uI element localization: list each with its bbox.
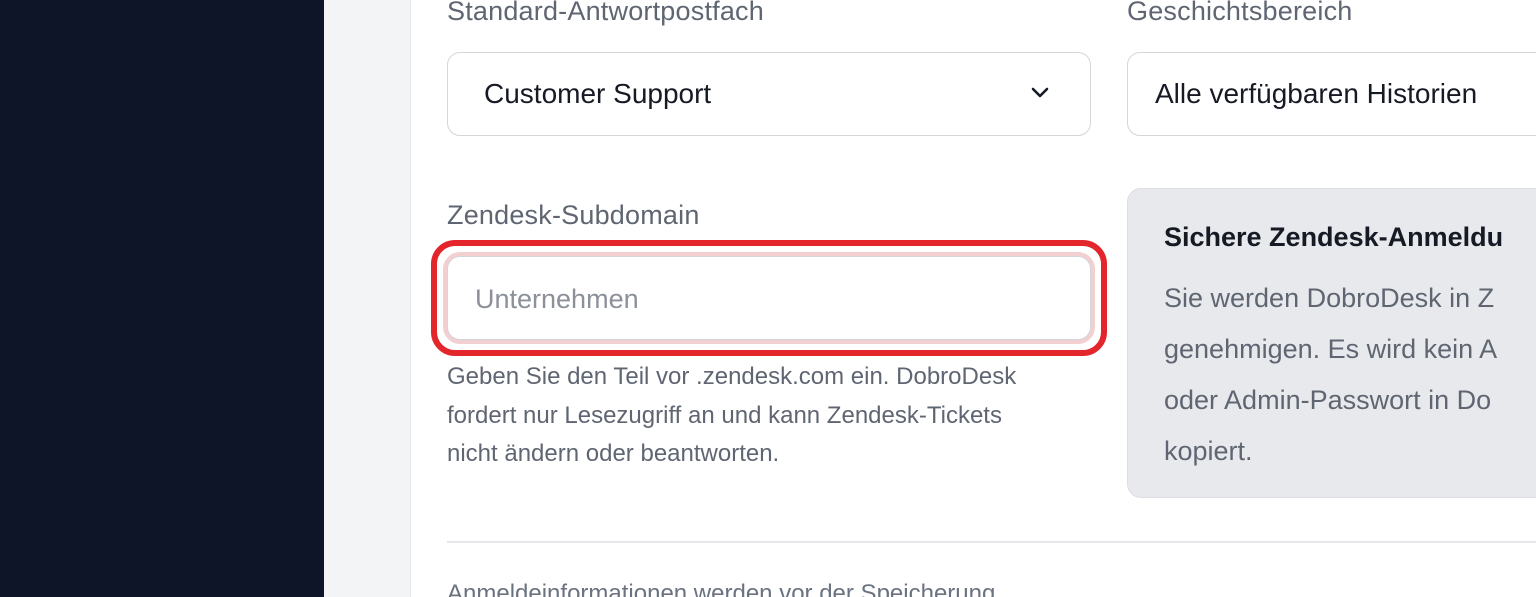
section-divider — [447, 541, 1536, 543]
info-line: oder Admin-Passwort in Do — [1164, 385, 1492, 415]
subdomain-label: Zendesk-Subdomain — [447, 200, 700, 230]
subdomain-help-text: Geben Sie den Teil vor .zendesk.com ein.… — [447, 358, 1107, 474]
help-line: fordert nur Lesezugriff an und kann Zend… — [447, 401, 1002, 429]
history-scope-value: Alle verfügbaren Historien — [1155, 78, 1478, 109]
settings-panel: Standard-Antwortpostfach Customer Suppor… — [410, 0, 1536, 597]
subdomain-input[interactable]: Unternehmen — [447, 256, 1091, 340]
help-line: Geben Sie den Teil vor .zendesk.com ein.… — [447, 363, 1017, 390]
credentials-note: Anmeldeinformationen werden vor der Spei… — [447, 580, 996, 597]
reply-inbox-value: Customer Support — [484, 78, 712, 109]
info-card-body: Sie werden DobroDesk in Z genehmigen. Es… — [1164, 273, 1497, 477]
help-line: nicht ändern oder beantworten. — [447, 440, 780, 467]
reply-inbox-label: Standard-Antwortpostfach — [447, 0, 764, 26]
content-gutter — [324, 0, 410, 597]
chevron-down-icon — [1031, 87, 1049, 98]
reply-inbox-select[interactable]: Customer Support — [447, 52, 1091, 136]
subdomain-placeholder: Unternehmen — [475, 284, 639, 314]
history-scope-select[interactable]: Alle verfügbaren Historien — [1127, 52, 1536, 136]
secure-login-info-card: Sichere Zendesk-Anmeldu Sie werden Dobro… — [1127, 188, 1536, 498]
info-line: kopiert. — [1164, 436, 1253, 466]
app-sidebar — [0, 0, 324, 597]
history-scope-label: Geschichtsbereich — [1127, 0, 1353, 26]
info-line: Sie werden DobroDesk in Z — [1164, 283, 1495, 313]
info-line: genehmigen. Es wird kein A — [1164, 334, 1498, 364]
info-card-title: Sichere Zendesk-Anmeldu — [1164, 222, 1504, 252]
